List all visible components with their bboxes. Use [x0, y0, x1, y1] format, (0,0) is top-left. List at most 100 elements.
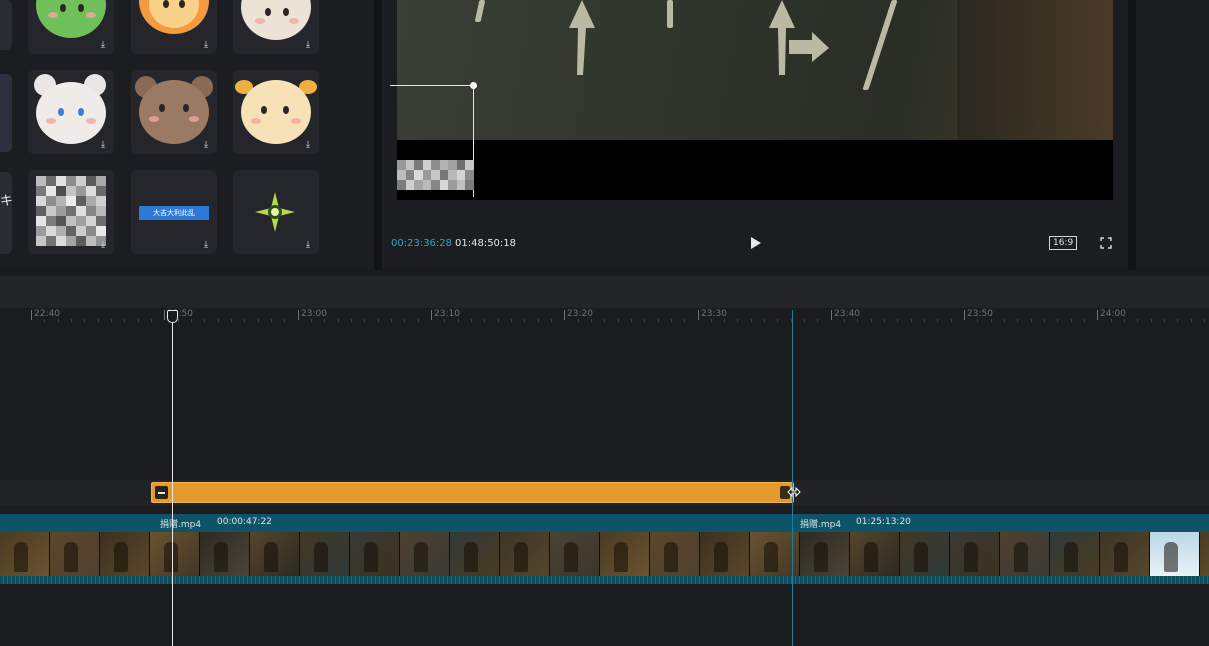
ruler-minor-tick	[911, 319, 912, 322]
partial-sticker[interactable]	[0, 74, 12, 152]
caption-tag-text: 大吉大利此乱	[139, 206, 209, 220]
partial-sticker[interactable]	[0, 0, 12, 50]
ruler-minor-tick	[1151, 319, 1152, 322]
properties-panel	[1136, 0, 1209, 268]
ruler-minor-tick	[578, 319, 579, 322]
ruler-minor-tick	[324, 319, 325, 322]
ruler-minor-tick	[804, 319, 805, 322]
ruler-minor-tick	[1071, 319, 1072, 322]
cat-sticker[interactable]: ⤓	[28, 70, 114, 154]
thumbnail-frame	[500, 532, 550, 576]
road-scene	[397, 0, 1113, 140]
panel-divider[interactable]	[1128, 0, 1136, 270]
ruler-minor-tick	[258, 319, 259, 322]
clip-left-handle[interactable]	[155, 486, 168, 499]
sparkle-icon	[255, 192, 295, 232]
download-icon[interactable]: ⤓	[201, 140, 211, 150]
selection-guide	[390, 85, 474, 86]
video-frame	[397, 0, 1113, 200]
download-icon[interactable]: ⤓	[201, 240, 211, 250]
ruler-minor-tick	[937, 319, 938, 322]
download-icon[interactable]: ⤓	[98, 140, 108, 150]
download-icon[interactable]: ⤓	[303, 40, 313, 50]
ruler-minor-tick	[231, 319, 232, 322]
bear-sticker[interactable]: ⤓	[131, 70, 217, 154]
download-icon[interactable]: ⤓	[303, 140, 313, 150]
bear-face	[139, 80, 209, 144]
ruler-minor-tick	[844, 319, 845, 322]
ruler-minor-tick	[1137, 319, 1138, 322]
thumbnail-frame	[300, 532, 350, 576]
mosaic-overlay[interactable]	[397, 160, 474, 190]
ruler-label: 23:10	[431, 309, 460, 320]
ruler-minor-tick	[737, 319, 738, 322]
mosaic-sticker[interactable]: ⤓	[28, 170, 114, 254]
ruler-minor-tick	[84, 319, 85, 322]
playhead-handle[interactable]	[167, 310, 178, 323]
ruler-minor-tick	[1004, 319, 1005, 322]
ruler-minor-tick	[871, 319, 872, 322]
playhead-line	[172, 310, 173, 646]
clip-name: 捐赠.mp4	[800, 520, 842, 530]
timeline-toolbar	[0, 276, 1209, 308]
ruler-minor-tick	[244, 319, 245, 322]
ruler-label: 23:00	[298, 309, 327, 320]
ruler-minor-tick	[1057, 319, 1058, 322]
thumbnail-frame	[1150, 532, 1200, 576]
ruler-minor-tick	[218, 319, 219, 322]
thumbnail-frame	[950, 532, 1000, 576]
panel-divider[interactable]	[374, 0, 382, 270]
play-icon[interactable]	[748, 236, 762, 250]
ruler-minor-tick	[311, 319, 312, 322]
sheep-face	[241, 0, 311, 40]
download-icon[interactable]: ⤓	[303, 240, 313, 250]
thumbnail-frame	[1100, 532, 1150, 576]
sticker-clip[interactable]	[151, 482, 794, 503]
preview-panel: 00:23:36:28 01:48:50:18 16:9	[382, 0, 1128, 268]
mosaic-image	[36, 176, 106, 246]
lion-sticker[interactable]: ⤓	[131, 0, 217, 54]
ruler-minor-tick	[897, 319, 898, 322]
ruler-label: 23:50	[964, 309, 993, 320]
ruler-minor-tick	[524, 319, 525, 322]
cow-sticker[interactable]: ⤓	[233, 70, 319, 154]
total-timecode: 01:48:50:18	[455, 238, 517, 249]
thumbnail-frame	[100, 532, 150, 576]
ruler-minor-tick	[484, 319, 485, 322]
download-icon[interactable]: ⤓	[98, 240, 108, 250]
ruler-minor-tick	[924, 319, 925, 322]
time-ruler[interactable]: 22:40 22:50 23:00 23:10 23:20 23:30 23:40 23:50…	[0, 308, 1209, 324]
ruler-minor-tick	[498, 319, 499, 322]
ruler-minor-tick	[1031, 319, 1032, 322]
building-wall	[957, 0, 1113, 140]
thumbnail-frame	[250, 532, 300, 576]
download-icon[interactable]: ⤓	[98, 40, 108, 50]
timeline[interactable]: 22:40 22:50 23:00 23:10 23:20 23:30 23:40 23:50…	[0, 308, 1209, 646]
frog-face	[36, 0, 106, 38]
ruler-minor-tick	[764, 319, 765, 322]
ruler-label: 23:30	[698, 309, 727, 320]
ruler-label: 23:40	[831, 309, 860, 320]
ruler-minor-tick	[644, 319, 645, 322]
caption-tag-sticker[interactable]: 大吉大利此乱 ⤓	[131, 170, 217, 254]
selection-handle[interactable]	[470, 82, 477, 89]
thumbnail-frame	[650, 532, 700, 576]
thumbnail-frame	[800, 532, 850, 576]
ruler-minor-tick	[618, 319, 619, 322]
fullscreen-icon[interactable]	[1100, 237, 1112, 249]
ruler-minor-tick	[378, 319, 379, 322]
ruler-minor-tick	[671, 319, 672, 322]
sheep-sticker[interactable]: ⤓	[233, 0, 319, 54]
ruler-minor-tick	[1017, 319, 1018, 322]
download-icon[interactable]: ⤓	[201, 40, 211, 50]
ruler-minor-tick	[977, 319, 978, 322]
ruler-minor-tick	[658, 319, 659, 322]
aspect-ratio-button[interactable]: 16:9	[1049, 236, 1078, 250]
partial-sticker[interactable]: キ	[0, 172, 13, 254]
video-track[interactable]: 捐赠.mp4 00:00:47:22 捐赠.mp4 01:25:13:20	[0, 514, 1209, 584]
ruler-minor-tick	[471, 319, 472, 322]
road-arrow	[769, 0, 829, 75]
sparkle-sticker[interactable]: ⤓	[233, 170, 319, 254]
frog-sticker[interactable]: ⤓	[28, 0, 114, 54]
ruler-minor-tick	[124, 319, 125, 322]
